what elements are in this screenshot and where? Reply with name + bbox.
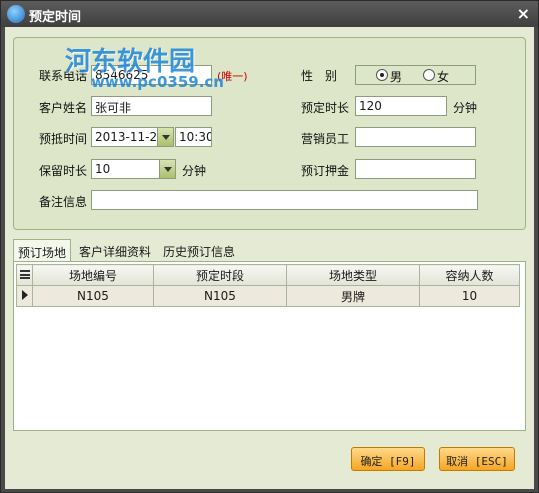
column-header[interactable]: 场地类型 [286,264,420,286]
row-selector[interactable] [16,285,33,307]
name-label: 客户姓名 [39,101,88,115]
gender-male-label: 男 [390,70,403,84]
tab-venue[interactable]: 预订场地 [13,239,71,261]
gender-label: 性 别 [301,69,338,83]
keep-label: 保留时长 [39,164,88,178]
table-row[interactable]: N105 N105 男牌 10 [16,285,520,307]
sales-label: 营销员工 [301,132,350,146]
date-dropdown-icon[interactable] [157,128,173,146]
chevron-down-icon[interactable] [159,160,175,178]
gender-radio-group: 男 女 [355,65,476,85]
duration-unit: 分钟 [453,101,478,115]
gender-female-radio[interactable] [423,69,435,81]
deposit-input[interactable] [355,159,476,179]
gender-male-radio[interactable] [376,69,388,81]
venue-table: 场地编号 预定时段 场地类型 容纳人数 N105 N105 男牌 10 [16,264,520,307]
title-bar[interactable]: 预定时间 × [1,1,538,27]
column-chooser-button[interactable] [16,264,33,286]
phone-label: 联系电话 [39,69,88,83]
duration-input[interactable]: 120 [355,96,447,116]
grid-icon [19,270,30,279]
remark-input[interactable] [91,190,478,210]
row-pointer-icon [21,290,28,300]
table-cell[interactable]: 10 [419,285,520,307]
name-input[interactable]: 张可非 [91,96,212,116]
duration-label: 预定时长 [301,101,350,115]
arrive-date-value: 2013-11-26 [95,130,165,144]
customer-info-panel: 联系电话 8546625 (唯一) 客户姓名 张可非 预抵时间 2013-11-… [13,37,526,230]
cancel-button[interactable]: 取消 [ESC] [439,447,515,471]
keep-duration-value: 10 [95,162,111,176]
table-cell[interactable]: N105 [32,285,154,307]
column-header[interactable]: 容纳人数 [419,264,520,286]
deposit-label: 预订押金 [301,164,350,178]
arrive-label: 预抵时间 [39,132,88,146]
table-cell[interactable]: N105 [153,285,287,307]
sales-staff-input[interactable] [355,127,476,147]
confirm-button[interactable]: 确定 [F9] [351,447,425,471]
keep-unit: 分钟 [182,164,207,178]
close-button[interactable]: × [517,4,530,23]
dialog-window: 预定时间 × 河东软件园 www.pc0359.cn 联系电话 8546625 … [0,0,539,493]
keep-duration-select[interactable]: 10 [91,159,176,179]
remark-label: 备注信息 [39,195,88,209]
column-header[interactable]: 场地编号 [32,264,154,286]
phone-input[interactable]: 8546625 [91,65,212,85]
venue-grid: 场地编号 预定时段 场地类型 容纳人数 N105 N105 男牌 10 [13,261,526,431]
gender-female-label: 女 [437,70,450,84]
window-title: 预定时间 [29,10,82,25]
arrive-date-picker[interactable]: 2013-11-26 [91,127,174,147]
tab-history[interactable]: 历史预订信息 [159,239,241,261]
column-header[interactable]: 预定时段 [153,264,287,286]
tab-customer-details[interactable]: 客户详细资料 [75,239,155,261]
arrive-time-input[interactable]: 10:30 [175,127,212,147]
app-icon [7,5,25,23]
dialog-body: 河东软件园 www.pc0359.cn 联系电话 8546625 (唯一) 客户… [5,27,534,489]
unique-note: (唯一) [217,70,248,83]
table-cell[interactable]: 男牌 [286,285,420,307]
